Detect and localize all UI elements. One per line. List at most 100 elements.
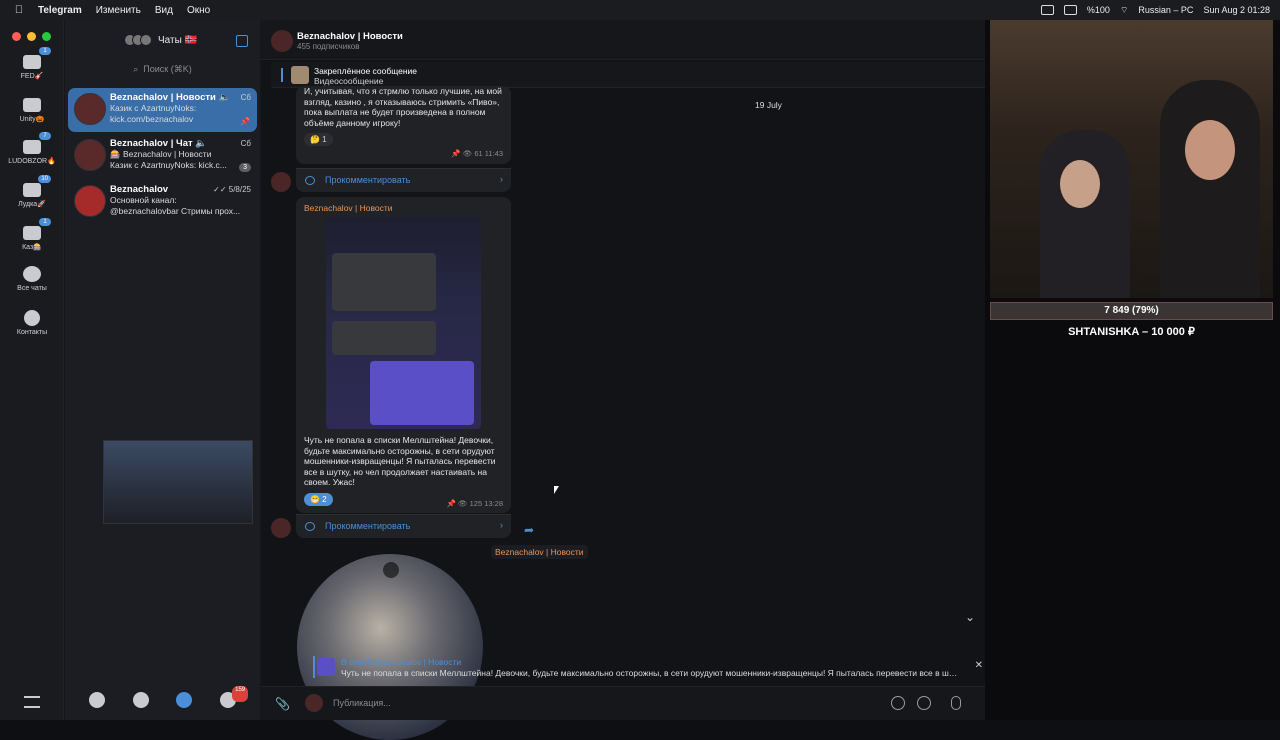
folder-label: Лудка🚀 [18, 201, 46, 208]
apple-icon[interactable]:  [12, 4, 26, 16]
folder-sidebar: 1 FED🎸 Unity🎃 7 LUDOBZOR🔥 10 Лудка🚀 1 Каз🎰 В… [0, 20, 64, 720]
minimize-window-button[interactable] [27, 32, 36, 41]
message-text: И, учитывая, что я стрмлю только лучшие,… [304, 86, 502, 128]
chats-tab-icon[interactable] [176, 692, 193, 708]
chat-item-beznachalov-chat[interactable]: Beznachalov | Чат 🔈 Сб 🎰 Beznachalov | Н… [68, 134, 257, 178]
chat-preview: @beznachalovbar Стримы прох... [110, 206, 241, 216]
chat-preview: Основной канал: [110, 195, 177, 205]
account-avatar[interactable]: 159 [220, 686, 249, 708]
folder-contacts[interactable]: Контакты [0, 310, 64, 336]
channel-avatar[interactable] [271, 30, 293, 52]
reply-title: В ответ Beznachalov | Новости [341, 657, 462, 667]
channel-header[interactable]: Beznachalov | Новости 455 подписчиков [261, 20, 985, 60]
stories-avatars[interactable] [123, 34, 152, 46]
date-separator: 19 July [755, 100, 782, 110]
volume-icon[interactable] [1063, 5, 1077, 15]
reply-indicator [313, 656, 315, 678]
comment-button[interactable]: Прокомментировать › [296, 514, 511, 538]
message-photo[interactable] [326, 217, 481, 429]
menu-window[interactable]: Окно [187, 5, 210, 16]
folder-label: FED🎸 [20, 73, 44, 80]
notification-badge: 159 [232, 686, 249, 702]
stream-video [990, 20, 1273, 298]
folder-label: Все чаты [17, 285, 47, 292]
pin-icon: 📌 [240, 117, 250, 126]
sender-avatar[interactable] [271, 172, 291, 192]
pinned-message-bar[interactable]: Закреплённое сообщение Видеосообщение [271, 62, 985, 88]
close-reply-icon[interactable]: ✕ [975, 660, 983, 671]
reply-text: Чуть не попала в списки Меллштейна! Дево… [341, 668, 961, 678]
folder-icon [23, 98, 41, 112]
compose-icon[interactable] [236, 35, 248, 47]
menu-view[interactable]: Вид [155, 5, 173, 16]
mouse-cursor [554, 486, 559, 494]
streamer-face [1185, 120, 1235, 180]
notifications-bell-icon[interactable] [891, 696, 905, 710]
pinned-indicator [281, 68, 283, 82]
photo-bubble [332, 321, 436, 355]
photo-bubble [370, 361, 474, 425]
folder-ludobzor[interactable]: 7 LUDOBZOR🔥 [0, 132, 64, 165]
sender-avatar[interactable] [271, 518, 291, 538]
chat-time: ✓✓ 5/8/25 [213, 185, 251, 194]
chat-list-title: Чаты 🇳🇴 [157, 34, 197, 46]
chevron-right-icon: › [500, 174, 503, 184]
photo-bubble [332, 253, 436, 311]
folder-kaz[interactable]: 1 Каз🎰 [0, 218, 64, 251]
clock[interactable]: Sun Aug 2 01:28 [1203, 5, 1270, 15]
comment-button[interactable]: Прокомментировать › [296, 168, 511, 192]
chat-list-bottom-bar: 159 [65, 680, 260, 720]
emoji-icon[interactable] [917, 696, 931, 710]
contacts-icon [24, 310, 40, 326]
streamer-figure [1040, 130, 1130, 298]
chat-list-panel: Чаты 🇳🇴 ⌕ Поиск (⌘K) Beznachalov | Новост… [65, 20, 260, 720]
share-icon[interactable]: ➦ [524, 523, 534, 537]
microphone-icon[interactable] [951, 696, 961, 710]
attach-icon[interactable]: 📎 [275, 697, 290, 711]
forwarded-from-label[interactable]: Beznachalov | Новости [491, 545, 588, 559]
search-input[interactable]: ⌕ Поиск (⌘K) [75, 60, 250, 78]
input-language[interactable]: Russian – PC [1138, 5, 1193, 15]
folder-all-chats[interactable]: Все чаты [0, 266, 64, 292]
folder-fed[interactable]: 1 FED🎸 [0, 47, 64, 80]
chat-name: Beznachalov | Чат 🔈 [110, 138, 208, 149]
folder-badge: 1 [39, 218, 51, 226]
unread-badge: 3 [239, 163, 251, 172]
scroll-down-icon[interactable]: ⌄ [965, 610, 975, 624]
folder-unity[interactable]: Unity🎃 [0, 98, 64, 123]
message-bubble[interactable]: Beznachalov | Новости Чуть не попала в с… [296, 197, 511, 513]
status-icon[interactable] [1040, 5, 1054, 15]
message-author[interactable]: Beznachalov | Новости [296, 197, 511, 213]
folder-label: LUDOBZOR🔥 [8, 158, 56, 165]
wifi-icon[interactable]: ⌔ [1120, 5, 1128, 16]
menu-bar:  Telegram Изменить Вид Окно %100 ⌔ Russ… [0, 0, 1280, 20]
folder-icon: 7 [23, 132, 51, 154]
reaction[interactable]: 😁 2 [304, 492, 333, 506]
calls-icon[interactable] [132, 692, 149, 708]
reply-preview[interactable]: В ответ Beznachalov | Новости Чуть не по… [301, 654, 985, 682]
close-window-button[interactable] [12, 32, 21, 41]
menu-app[interactable]: Telegram [38, 5, 82, 16]
muted-icon[interactable] [383, 562, 399, 578]
picture-in-picture-video[interactable] [103, 440, 253, 524]
send-as-avatar[interactable] [305, 694, 323, 712]
battery-text[interactable]: %100 [1087, 5, 1110, 15]
chat-time: Сб [240, 93, 251, 102]
menu-edit[interactable]: Изменить [96, 5, 141, 16]
message-composer: 📎 Публикация... [261, 686, 985, 720]
message-bubble[interactable]: И, учитывая, что я стрмлю только лучшие,… [296, 86, 511, 164]
reply-thumbnail [317, 658, 335, 676]
reaction[interactable]: 🤔 1 [304, 133, 333, 146]
chat-item-beznachalov-news[interactable]: Beznachalov | Новости 🔈 Сб Казик с Azart… [68, 88, 257, 132]
filters-settings-icon[interactable] [24, 696, 40, 708]
pinned-text: Видеосообщение [314, 76, 384, 86]
message-text: Чуть не попала в списки Меллштейна! Дево… [304, 435, 496, 487]
zoom-window-button[interactable] [42, 32, 51, 41]
chat-preview: Казик с AzartnuyNoks: [110, 103, 197, 113]
chevron-right-icon: › [500, 520, 503, 530]
folder-ludka[interactable]: 10 Лудка🚀 [0, 175, 64, 208]
chat-item-beznachalov[interactable]: Beznachalov ✓✓ 5/8/25 Основной канал: @b… [68, 180, 257, 224]
profile-icon[interactable] [88, 692, 105, 708]
message-input[interactable]: Публикация... [333, 698, 391, 708]
streamer-figure [1160, 80, 1260, 298]
